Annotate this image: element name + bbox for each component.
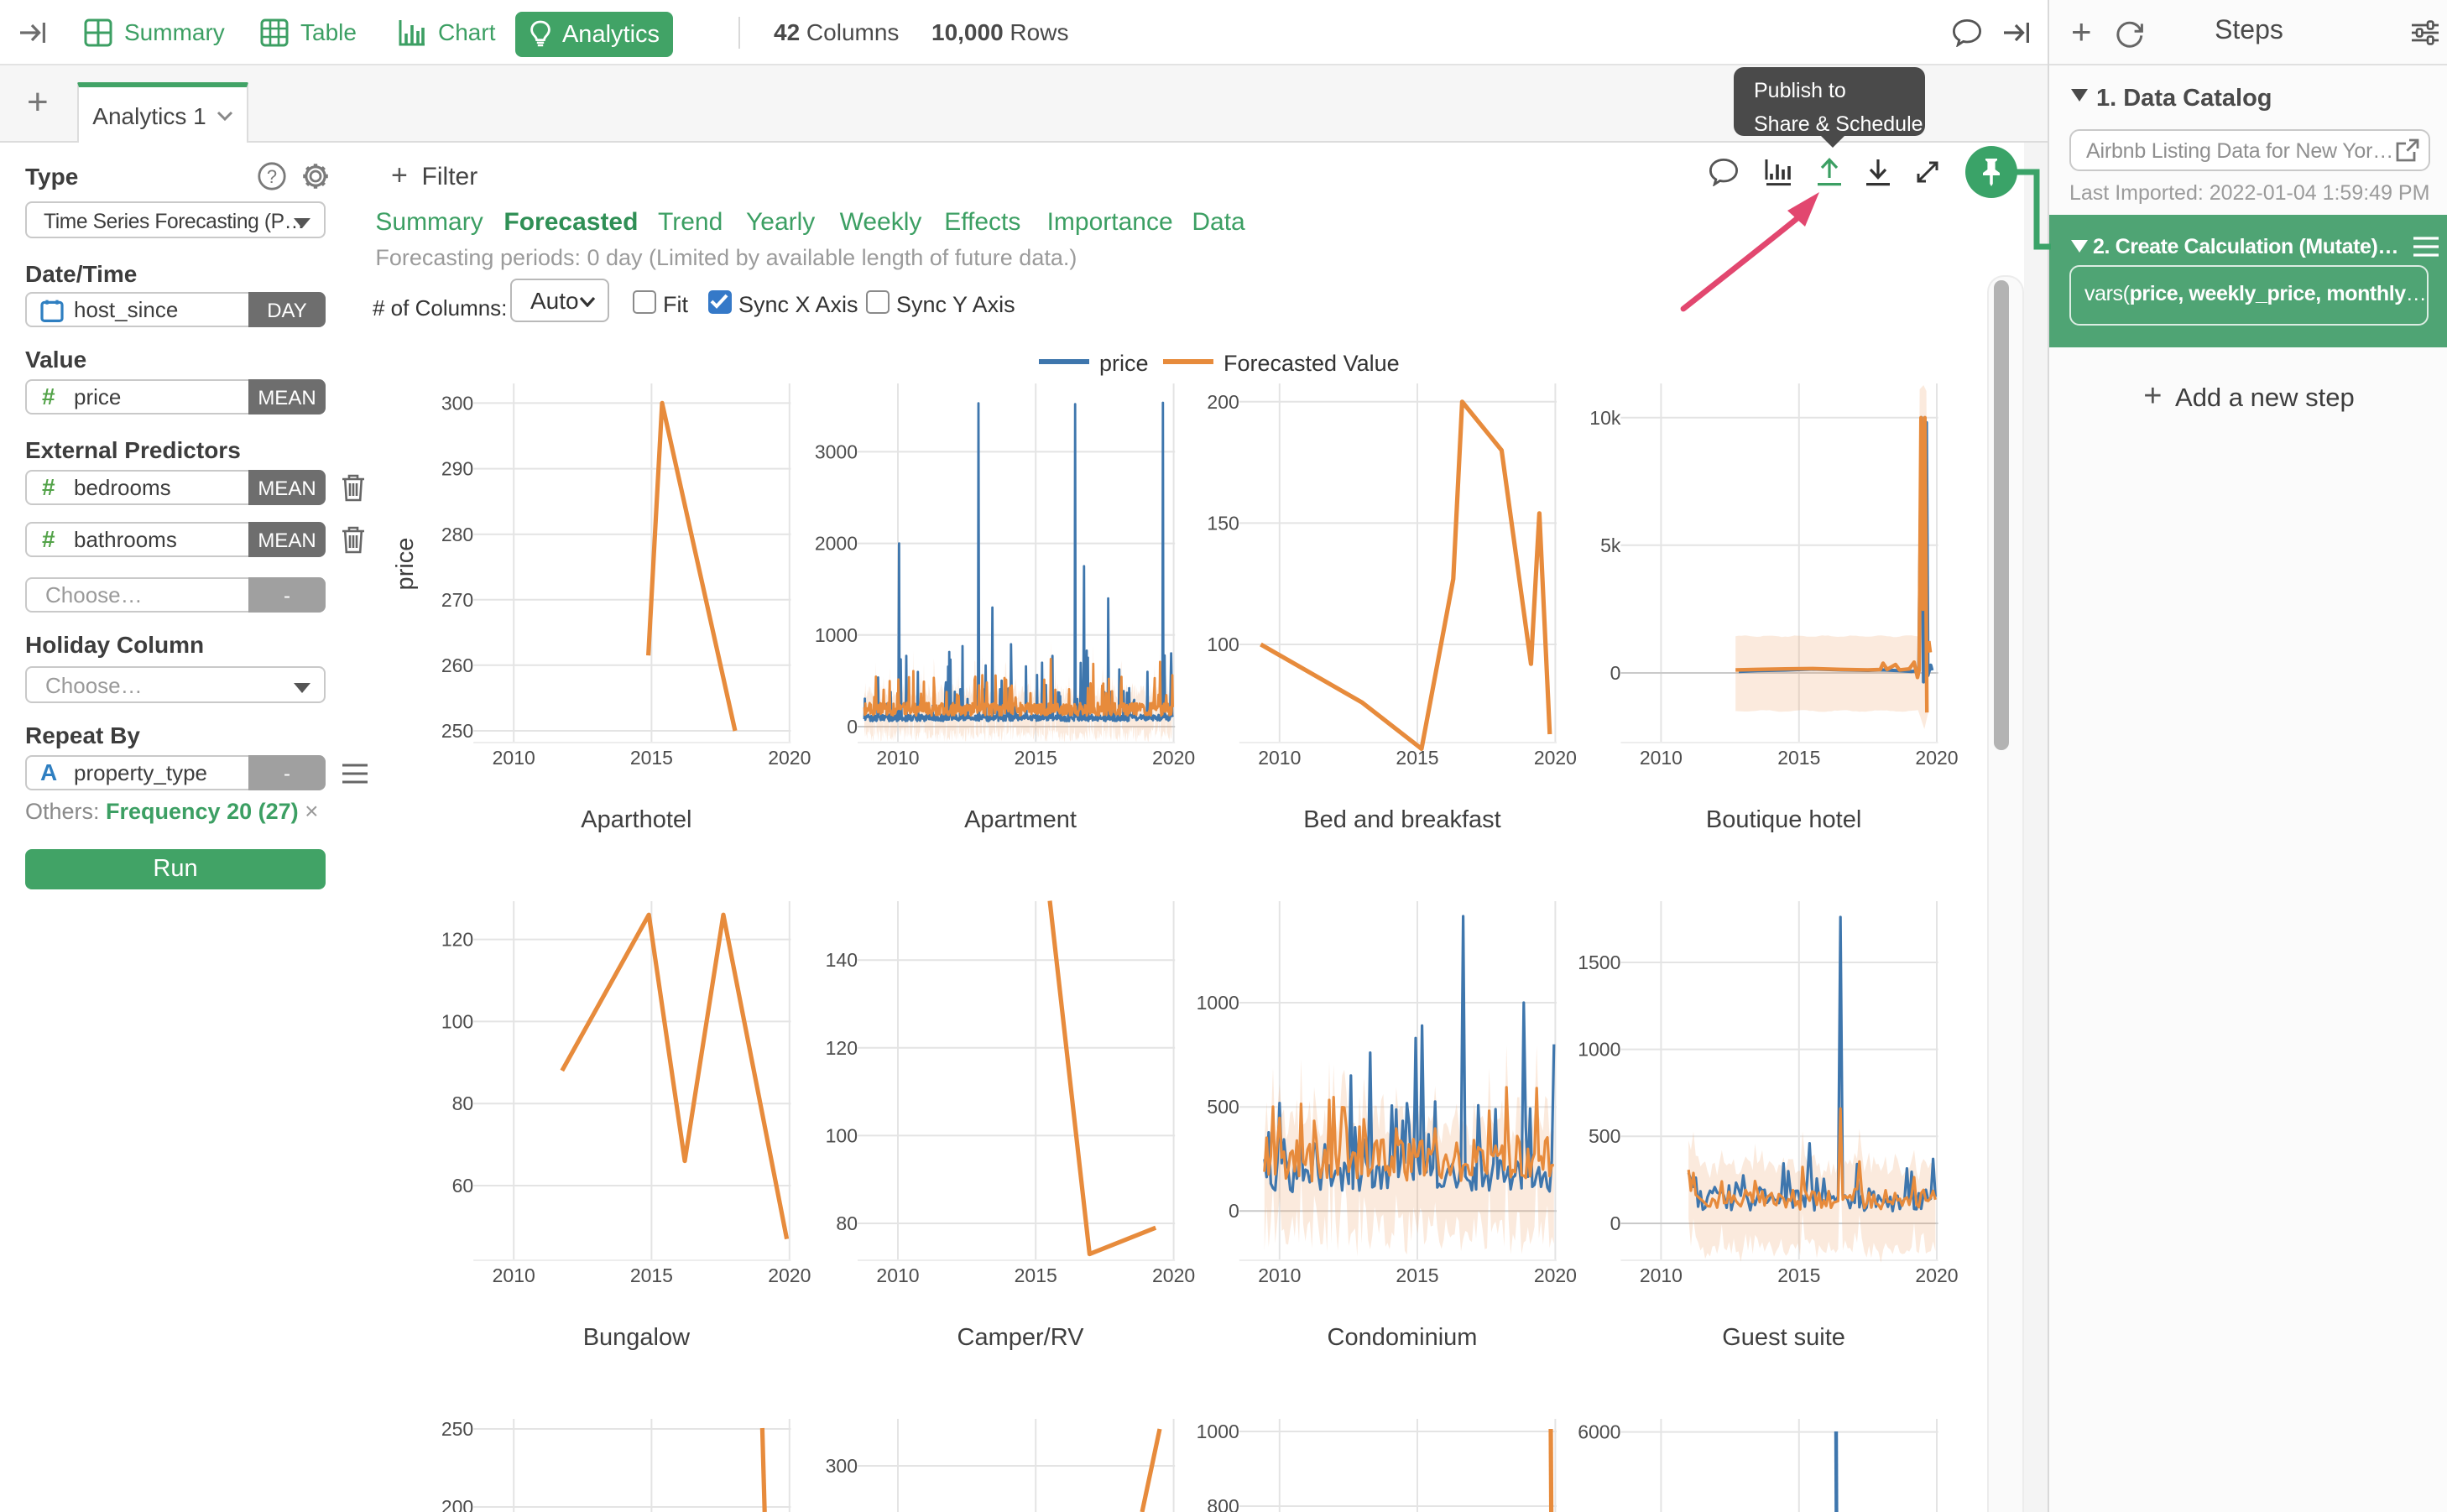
svg-text:?: ? (267, 166, 277, 187)
svg-text:100: 100 (826, 1124, 858, 1146)
svg-text:price: price (392, 538, 419, 591)
svg-text:80: 80 (836, 1212, 858, 1234)
svg-text:2015: 2015 (630, 747, 673, 769)
svg-text:2020: 2020 (1915, 747, 1958, 769)
svg-text:0: 0 (1610, 662, 1621, 684)
svg-text:270: 270 (441, 589, 473, 611)
svg-text:2020: 2020 (1534, 1264, 1577, 1286)
svg-text:Apartment: Apartment (964, 806, 1077, 833)
svg-text:2020: 2020 (1915, 1264, 1958, 1286)
svg-text:1000: 1000 (815, 624, 858, 646)
svg-text:0: 0 (1229, 1200, 1239, 1222)
svg-text:2010: 2010 (1258, 1264, 1301, 1286)
svg-text:80: 80 (452, 1092, 474, 1114)
svg-text:260: 260 (441, 654, 473, 676)
svg-text:300: 300 (826, 1455, 858, 1477)
svg-text:Guest suite: Guest suite (1722, 1324, 1845, 1351)
svg-text:280: 280 (441, 524, 473, 545)
svg-text:500: 500 (1207, 1096, 1239, 1118)
svg-text:2015: 2015 (1015, 1264, 1057, 1286)
svg-text:Camper/RV: Camper/RV (957, 1324, 1085, 1351)
svg-text:2010: 2010 (876, 747, 919, 769)
svg-text:2015: 2015 (630, 1264, 673, 1286)
svg-text:2020: 2020 (1152, 747, 1195, 769)
svg-text:1000: 1000 (1197, 1421, 1239, 1442)
svg-text:2015: 2015 (1015, 747, 1057, 769)
svg-text:2010: 2010 (1640, 747, 1683, 769)
svg-text:100: 100 (441, 1010, 473, 1032)
svg-text:2010: 2010 (493, 747, 535, 769)
svg-text:2015: 2015 (1777, 1264, 1820, 1286)
svg-text:5k: 5k (1600, 534, 1621, 556)
svg-text:1500: 1500 (1578, 952, 1620, 973)
svg-text:0: 0 (1610, 1212, 1621, 1234)
svg-text:10k: 10k (1589, 407, 1621, 429)
svg-text:2010: 2010 (493, 1264, 535, 1286)
svg-text:200: 200 (441, 1496, 473, 1512)
svg-text:2015: 2015 (1396, 1264, 1438, 1286)
svg-text:Bed and breakfast: Bed and breakfast (1303, 806, 1500, 833)
svg-text:1000: 1000 (1578, 1039, 1620, 1061)
svg-text:2020: 2020 (1534, 747, 1577, 769)
svg-text:Boutique hotel: Boutique hotel (1706, 806, 1861, 833)
svg-text:2020: 2020 (1152, 1264, 1195, 1286)
svg-text:120: 120 (826, 1037, 858, 1059)
svg-text:800: 800 (1207, 1495, 1239, 1512)
svg-text:200: 200 (1207, 391, 1239, 413)
svg-text:2015: 2015 (1777, 747, 1820, 769)
svg-text:250: 250 (441, 1418, 473, 1440)
svg-text:2010: 2010 (1258, 747, 1301, 769)
svg-text:2010: 2010 (876, 1264, 919, 1286)
svg-text:290: 290 (441, 458, 473, 480)
svg-text:250: 250 (441, 720, 473, 742)
svg-text:6000: 6000 (1578, 1421, 1620, 1443)
svg-text:2015: 2015 (1396, 747, 1438, 769)
svg-text:0: 0 (847, 716, 858, 738)
svg-text:60: 60 (452, 1175, 474, 1197)
svg-text:2000: 2000 (815, 533, 858, 555)
svg-text:Condominium: Condominium (1328, 1324, 1478, 1351)
svg-text:Aparthotel: Aparthotel (581, 806, 691, 833)
svg-text:2020: 2020 (768, 1264, 811, 1286)
svg-text:2010: 2010 (1640, 1264, 1683, 1286)
svg-text:150: 150 (1207, 512, 1239, 534)
svg-text:300: 300 (441, 392, 473, 414)
svg-text:1000: 1000 (1197, 992, 1239, 1014)
svg-text:Bungalow: Bungalow (583, 1324, 691, 1351)
svg-text:3000: 3000 (815, 441, 858, 462)
svg-text:140: 140 (826, 949, 858, 971)
svg-text:120: 120 (441, 929, 473, 951)
svg-text:100: 100 (1207, 633, 1239, 655)
svg-text:2020: 2020 (768, 747, 811, 769)
svg-text:500: 500 (1589, 1125, 1620, 1147)
